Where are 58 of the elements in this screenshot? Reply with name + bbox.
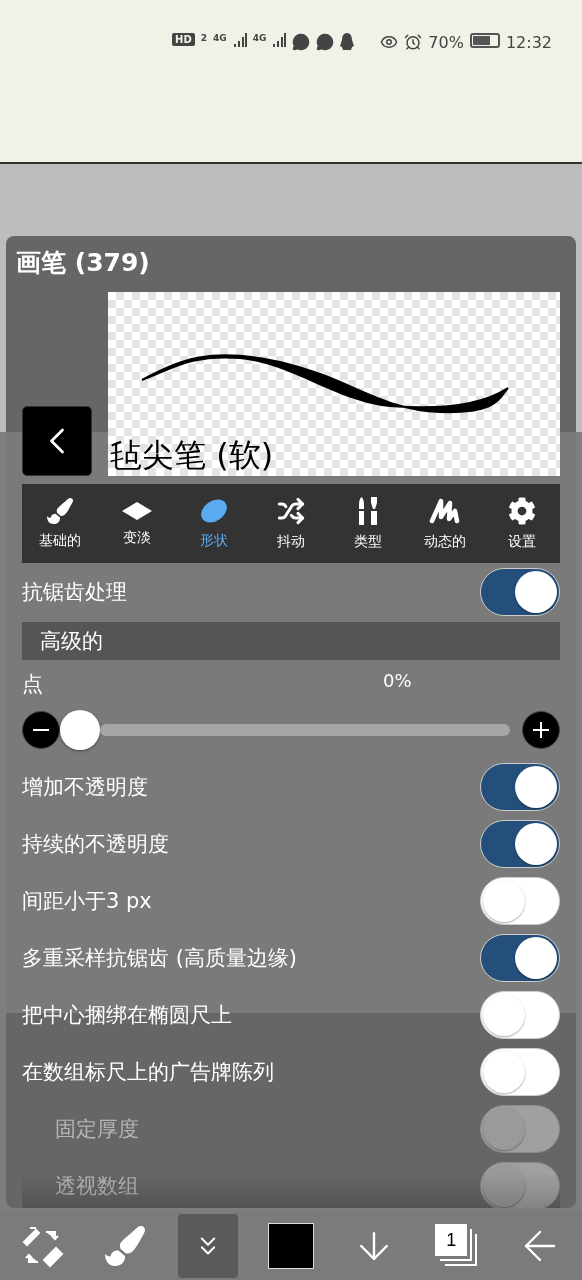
section-header: 高级的 [22, 622, 560, 660]
message-icon [316, 33, 335, 51]
slider-value: 0% [383, 670, 412, 693]
toggle-switch[interactable] [480, 567, 560, 616]
panel-title: 画笔 (379) [16, 248, 150, 277]
layers-button[interactable]: 1 [427, 1214, 488, 1278]
tab[interactable]: 动态的 [406, 484, 484, 563]
minus-button[interactable] [22, 711, 60, 749]
tab[interactable]: 基础的 [22, 484, 99, 563]
signal-icon [232, 33, 247, 47]
toolbar-button[interactable] [177, 1214, 238, 1278]
network-type: 4G [213, 33, 227, 43]
setting-label: 透视数组 [55, 1172, 139, 1200]
setting-label: 把中心捆绑在椭圆尺上 [22, 1001, 232, 1029]
plus-icon [533, 722, 549, 738]
tab[interactable]: 设置 [483, 484, 560, 563]
toggle-switch[interactable] [480, 876, 560, 925]
brush-tips-icon [356, 496, 379, 525]
toggle-switch[interactable] [480, 990, 560, 1039]
setting-label: 增加不透明度 [22, 773, 148, 801]
brush-icon [47, 497, 74, 524]
setting-label: 多重采样抗锯齿 (高质量边缘) [22, 944, 298, 972]
toggle-switch[interactable] [480, 819, 560, 868]
diamond-icon [121, 500, 154, 521]
eye-icon [380, 33, 399, 51]
setting-label: 持续的不透明度 [22, 830, 169, 858]
signal-icon [272, 33, 287, 47]
brush-icon [104, 1226, 145, 1266]
plus-button[interactable] [522, 711, 560, 749]
tab[interactable]: 形状 [175, 484, 253, 563]
penguin-icon [340, 33, 355, 51]
brush-name: 毡尖笔 (软) [110, 435, 274, 476]
setting-label: 抗锯齿处理 [22, 578, 127, 606]
ellipse-icon [200, 497, 229, 524]
hd-indicator: HD [172, 33, 195, 46]
sim-indicator: 2 [200, 33, 207, 43]
back-button[interactable] [22, 406, 92, 476]
tab[interactable]: 类型 [329, 484, 407, 563]
setting-label: 间距小于3 px [22, 887, 152, 915]
alarm-icon [404, 33, 423, 51]
toggle-switch[interactable] [480, 762, 560, 811]
toggle-switch[interactable] [480, 1047, 560, 1096]
slider-thumb[interactable] [60, 710, 100, 750]
scribble-icon [428, 496, 461, 525]
setting-label: 固定厚度 [55, 1115, 139, 1143]
battery-icon [469, 33, 500, 48]
shuffle-icon [277, 496, 305, 525]
tab[interactable]: 抖动 [252, 484, 330, 563]
settings-icon [507, 496, 536, 525]
battery-percent: 70% [428, 33, 464, 52]
clock: 12:32 [505, 33, 552, 52]
tab[interactable]: 变淡 [98, 484, 176, 563]
network-type: 4G [252, 33, 267, 43]
setting-label: 在数组标尺上的广告牌陈列 [22, 1058, 274, 1086]
toggle-switch[interactable] [480, 933, 560, 982]
slider-label: 点 [22, 671, 43, 698]
chat-icon [292, 33, 311, 51]
minus-icon [33, 729, 49, 731]
